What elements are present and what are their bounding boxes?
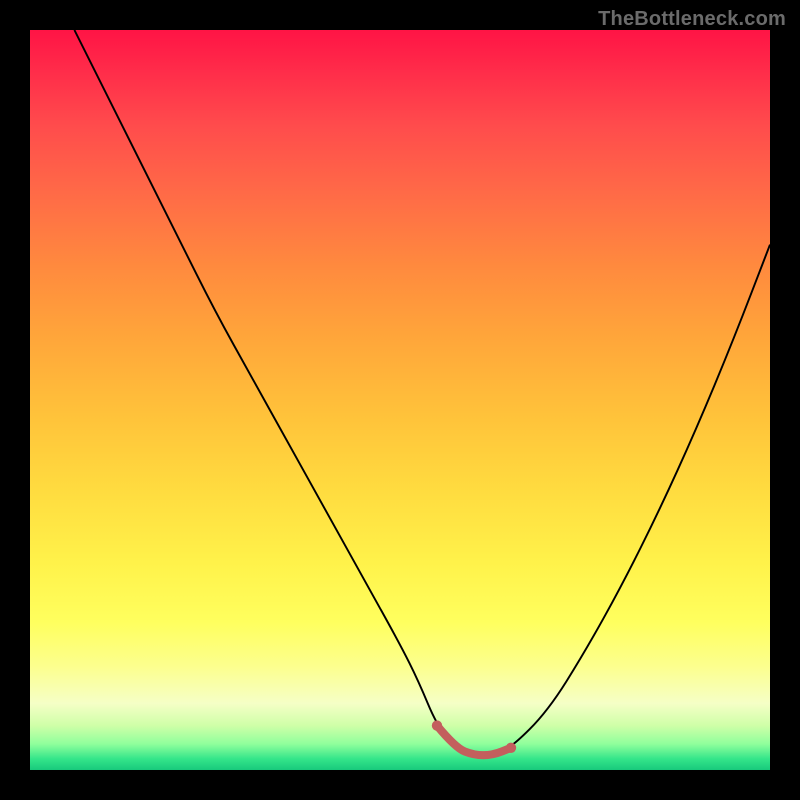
watermark-text: TheBottleneck.com <box>598 8 786 31</box>
plot-area <box>30 30 770 770</box>
highlight-dot-right <box>506 743 516 753</box>
curve-svg <box>30 30 770 770</box>
optimal-range-highlight <box>437 726 511 756</box>
highlight-dot-left <box>432 720 442 730</box>
bottleneck-curve-path <box>74 30 770 755</box>
